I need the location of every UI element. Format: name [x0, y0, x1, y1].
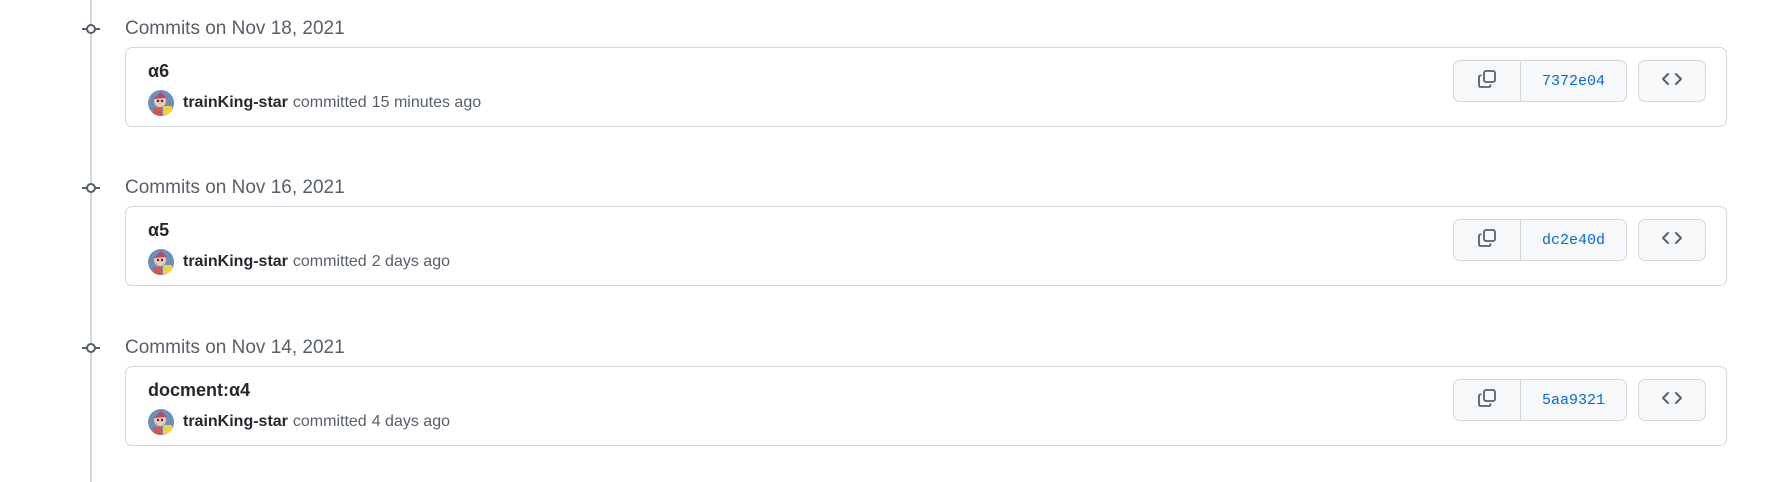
- commit-message-link[interactable]: α5: [148, 220, 169, 241]
- copy-sha-button[interactable]: [1454, 380, 1521, 420]
- browse-repository-button[interactable]: [1638, 379, 1706, 421]
- copy-icon: [1477, 69, 1497, 94]
- copy-icon: [1477, 228, 1497, 253]
- copy-sha-button[interactable]: [1454, 61, 1521, 101]
- commit-action-text: committed: [292, 413, 367, 430]
- commit-group-title: Commits on Nov 18, 2021: [125, 18, 345, 39]
- commit-group-title: Commits on Nov 14, 2021: [125, 337, 345, 358]
- commit-meta: trainKing-star committed 15 minutes ago: [148, 90, 481, 116]
- commit-sha-button-group: dc2e40d: [1453, 219, 1627, 261]
- commit-relative-time: 2 days ago: [371, 253, 450, 270]
- commit-card: α6 trainKing-star committed 15 minutes a…: [125, 47, 1727, 127]
- code-icon: [1661, 71, 1683, 92]
- commit-group-header: Commits on Nov 18, 2021: [0, 12, 800, 44]
- avatar[interactable]: [148, 90, 174, 116]
- commit-card: α5 trainKing-star committed 2 days ago d…: [125, 206, 1727, 286]
- commit-author-link[interactable]: trainKing-star: [183, 413, 288, 431]
- browse-repository-button[interactable]: [1638, 60, 1706, 102]
- commit-sha-button-group: 5aa9321: [1453, 379, 1627, 421]
- code-icon: [1661, 230, 1683, 251]
- commit-relative-time: 4 days ago: [371, 413, 450, 430]
- commit-sha-button-group: 7372e04: [1453, 60, 1627, 102]
- commit-action-text: committed: [292, 94, 367, 111]
- avatar[interactable]: [148, 409, 174, 435]
- copy-sha-button[interactable]: [1454, 220, 1521, 260]
- commit-action-text: committed: [292, 253, 367, 270]
- commit-sha-link[interactable]: dc2e40d: [1521, 220, 1626, 260]
- code-icon: [1661, 390, 1683, 411]
- git-commit-icon: [82, 22, 100, 34]
- commit-author-link[interactable]: trainKing-star: [183, 253, 288, 271]
- commit-meta: trainKing-star committed 4 days ago: [148, 409, 450, 435]
- browse-repository-button[interactable]: [1638, 219, 1706, 261]
- commit-group-title: Commits on Nov 16, 2021: [125, 177, 345, 198]
- commit-sha-link[interactable]: 5aa9321: [1521, 380, 1626, 420]
- git-commit-icon: [82, 341, 100, 353]
- avatar[interactable]: [148, 249, 174, 275]
- git-commit-icon: [82, 181, 100, 193]
- commit-sha-link[interactable]: 7372e04: [1521, 61, 1626, 101]
- commit-message-link[interactable]: α6: [148, 61, 169, 82]
- copy-icon: [1477, 388, 1497, 413]
- commit-group-header: Commits on Nov 16, 2021: [0, 171, 800, 203]
- commit-relative-time: 15 minutes ago: [371, 94, 482, 111]
- commit-meta: trainKing-star committed 2 days ago: [148, 249, 450, 275]
- commit-group-header: Commits on Nov 14, 2021: [0, 331, 800, 363]
- timeline-line: [90, 0, 92, 482]
- commit-message-link[interactable]: docment:α4: [148, 380, 250, 401]
- commit-card: docment:α4 trainKing-star committed 4 da…: [125, 366, 1727, 446]
- commit-author-link[interactable]: trainKing-star: [183, 94, 288, 112]
